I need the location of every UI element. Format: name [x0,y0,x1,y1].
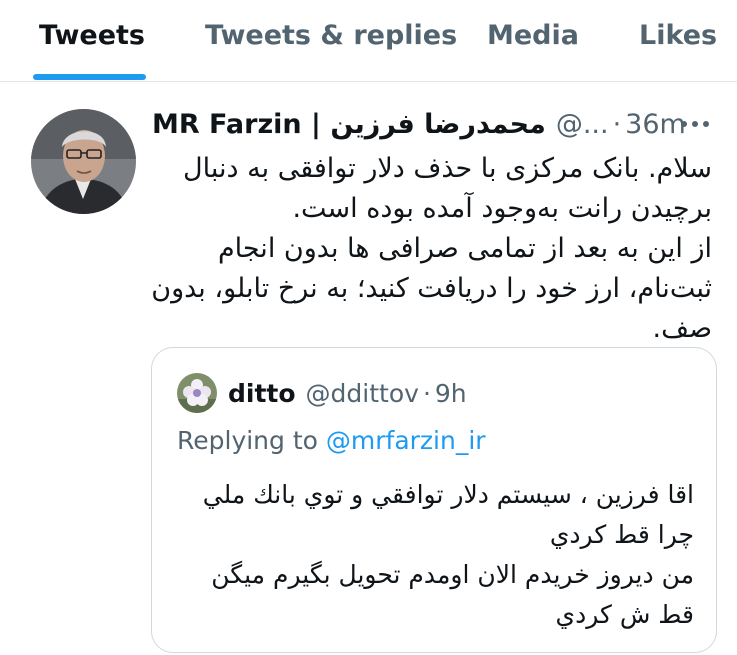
tweet-header: MR Farzin | محمدرضا فرزین @... · 36m [152,104,712,144]
quote-text: اقا فرزين ، سيستم دلار توافقي و توي بانك… [202,480,694,629]
more-horizontal-icon[interactable] [677,112,713,136]
flower-avatar-icon [177,373,217,413]
display-name[interactable]: MR Farzin | محمدرضا فرزین [152,109,546,140]
handle[interactable]: @... [556,109,609,140]
tab-tweets-and-replies[interactable]: Tweets & replies [205,20,457,51]
quote-avatar[interactable] [177,373,217,413]
avatar[interactable] [31,109,136,214]
quote-handle[interactable]: @ddittov [306,379,419,408]
profile-tabs: Tweets Tweets & replies Media Likes [0,0,737,82]
tab-media[interactable]: Media [487,20,579,51]
active-tab-indicator [33,74,146,80]
replying-to-label: Replying to [177,426,318,455]
quote-separator-dot: · [422,378,431,408]
tab-likes[interactable]: Likes [639,20,717,51]
quote-timestamp[interactable]: 9h [435,379,467,408]
tab-tweets[interactable]: Tweets [39,20,145,51]
replying-to: Replying to @mrfarzin_ir [177,426,486,455]
avatar-photo [31,109,136,214]
quote-display-name[interactable]: ditto [228,379,296,408]
tweet-text: سلام. بانک مرکزی با حذف دلار توافقی به د… [151,153,712,344]
quoted-tweet[interactable]: ditto @ddittov · 9h Replying to @mrfarzi… [151,347,717,653]
quote-header: ditto @ddittov · 9h [228,372,467,414]
replying-to-mention[interactable]: @mrfarzin_ir [326,426,486,455]
separator-dot: · [612,108,622,140]
tweet[interactable]: MR Farzin | محمدرضا فرزین @... · 36m سلا… [0,82,737,655]
